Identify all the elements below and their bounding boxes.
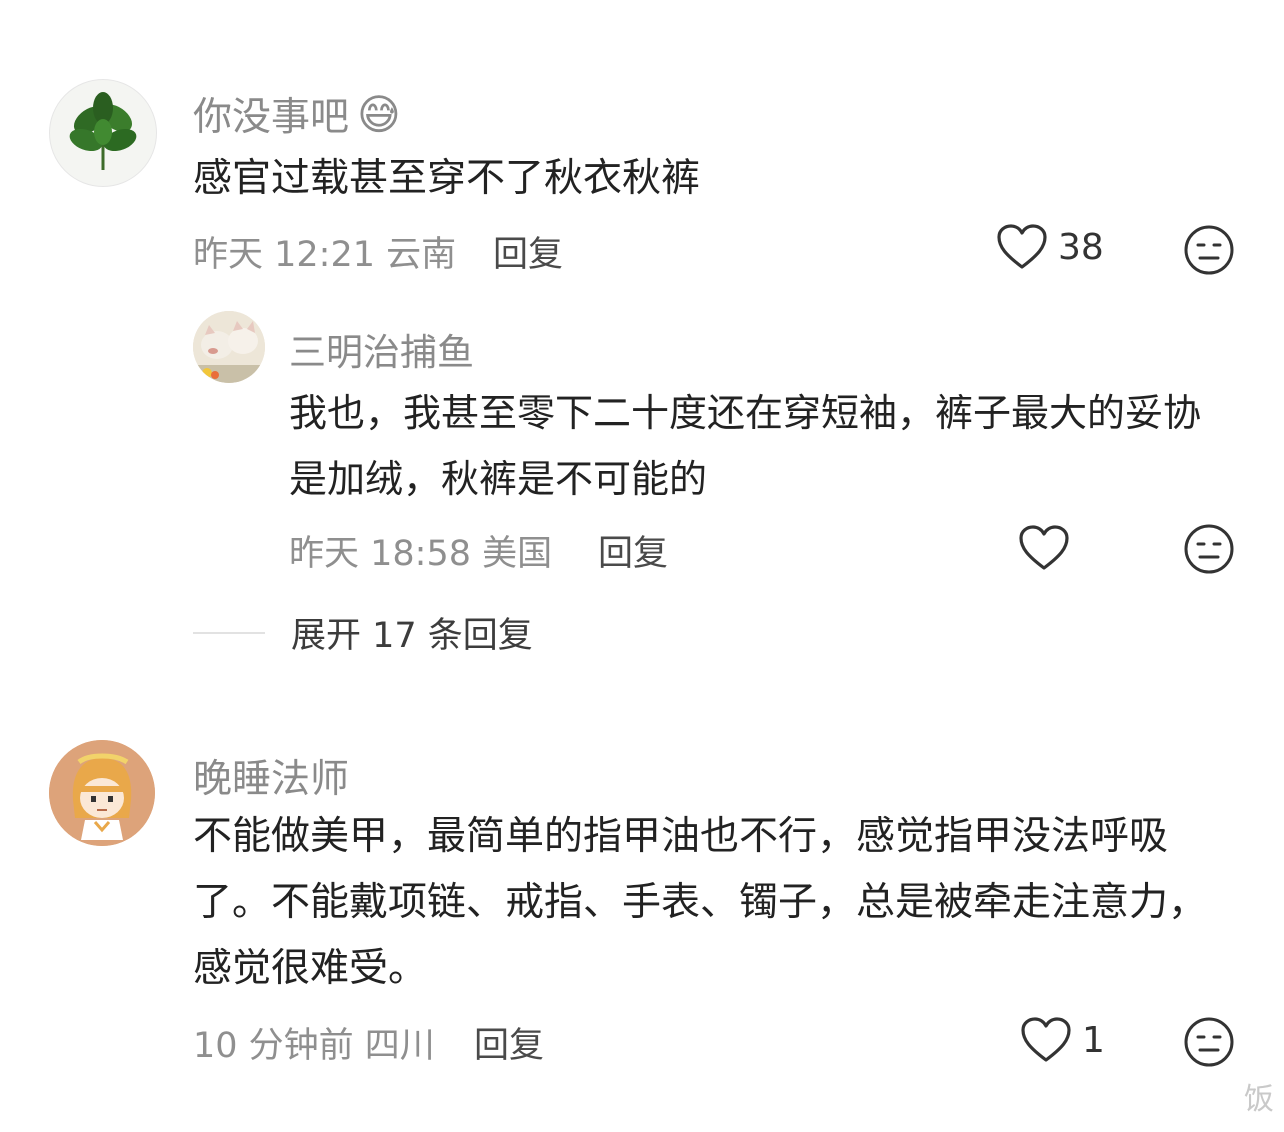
comment-text: 不能做美甲，最简单的指甲油也不行，感觉指甲没法呼吸了。不能戴项链、戒指、手表、镯… [193,814,1208,991]
watermark: 饭 [1244,1082,1274,1117]
heart-icon [1021,1017,1071,1062]
author-name-label: 你没事吧 [193,95,350,140]
comment-meta: 昨天 18:58 美国 [289,534,553,574]
dislike-button[interactable] [1183,523,1235,579]
neutral-face-icon [1184,524,1234,574]
like-count: 1 [1082,1019,1105,1061]
reply-button[interactable]: 回复 [474,1017,544,1068]
expand-replies-label: 展开 17 条回复 [291,616,533,656]
author-name[interactable]: 你没事吧 😅 [193,86,401,142]
expand-replies-button[interactable]: 展开 17 条回复 [193,607,533,658]
like-button[interactable]: 1 [1020,1016,1105,1064]
emoji-sweat-smile-icon: 😅 [357,89,401,139]
heart-icon [997,224,1047,269]
neutral-face-icon [1184,1017,1234,1067]
comment-meta: 昨天 12:21 云南 [193,235,457,275]
avatar[interactable] [49,740,155,846]
cats-photo-icon [193,311,265,383]
comment-meta: 10 分钟前 四川 [193,1026,435,1066]
comment-text: 感官过载甚至穿不了秋衣秋裤 [193,156,701,201]
like-count: 38 [1058,226,1104,268]
comment-text: 我也，我甚至零下二十度还在穿短袖，裤子最大的妥协是加绒，秋裤是不可能的 [289,391,1202,501]
like-button[interactable]: 38 [996,223,1104,271]
dislike-button[interactable] [1183,224,1235,280]
cartoon-girl-icon [49,740,155,846]
neutral-face-icon [1184,225,1234,275]
heart-icon [1019,525,1069,570]
author-name[interactable]: 三明治捕鱼 [289,322,474,376]
like-button[interactable] [1018,524,1080,572]
avatar[interactable] [49,79,157,187]
avatar[interactable] [193,311,265,383]
reply-button[interactable]: 回复 [493,226,563,277]
dislike-button[interactable] [1183,1016,1235,1072]
divider [193,631,265,634]
author-name[interactable]: 晚睡法师 [193,748,349,804]
plant-leaves-icon [69,92,137,170]
reply-button[interactable]: 回复 [598,525,668,576]
